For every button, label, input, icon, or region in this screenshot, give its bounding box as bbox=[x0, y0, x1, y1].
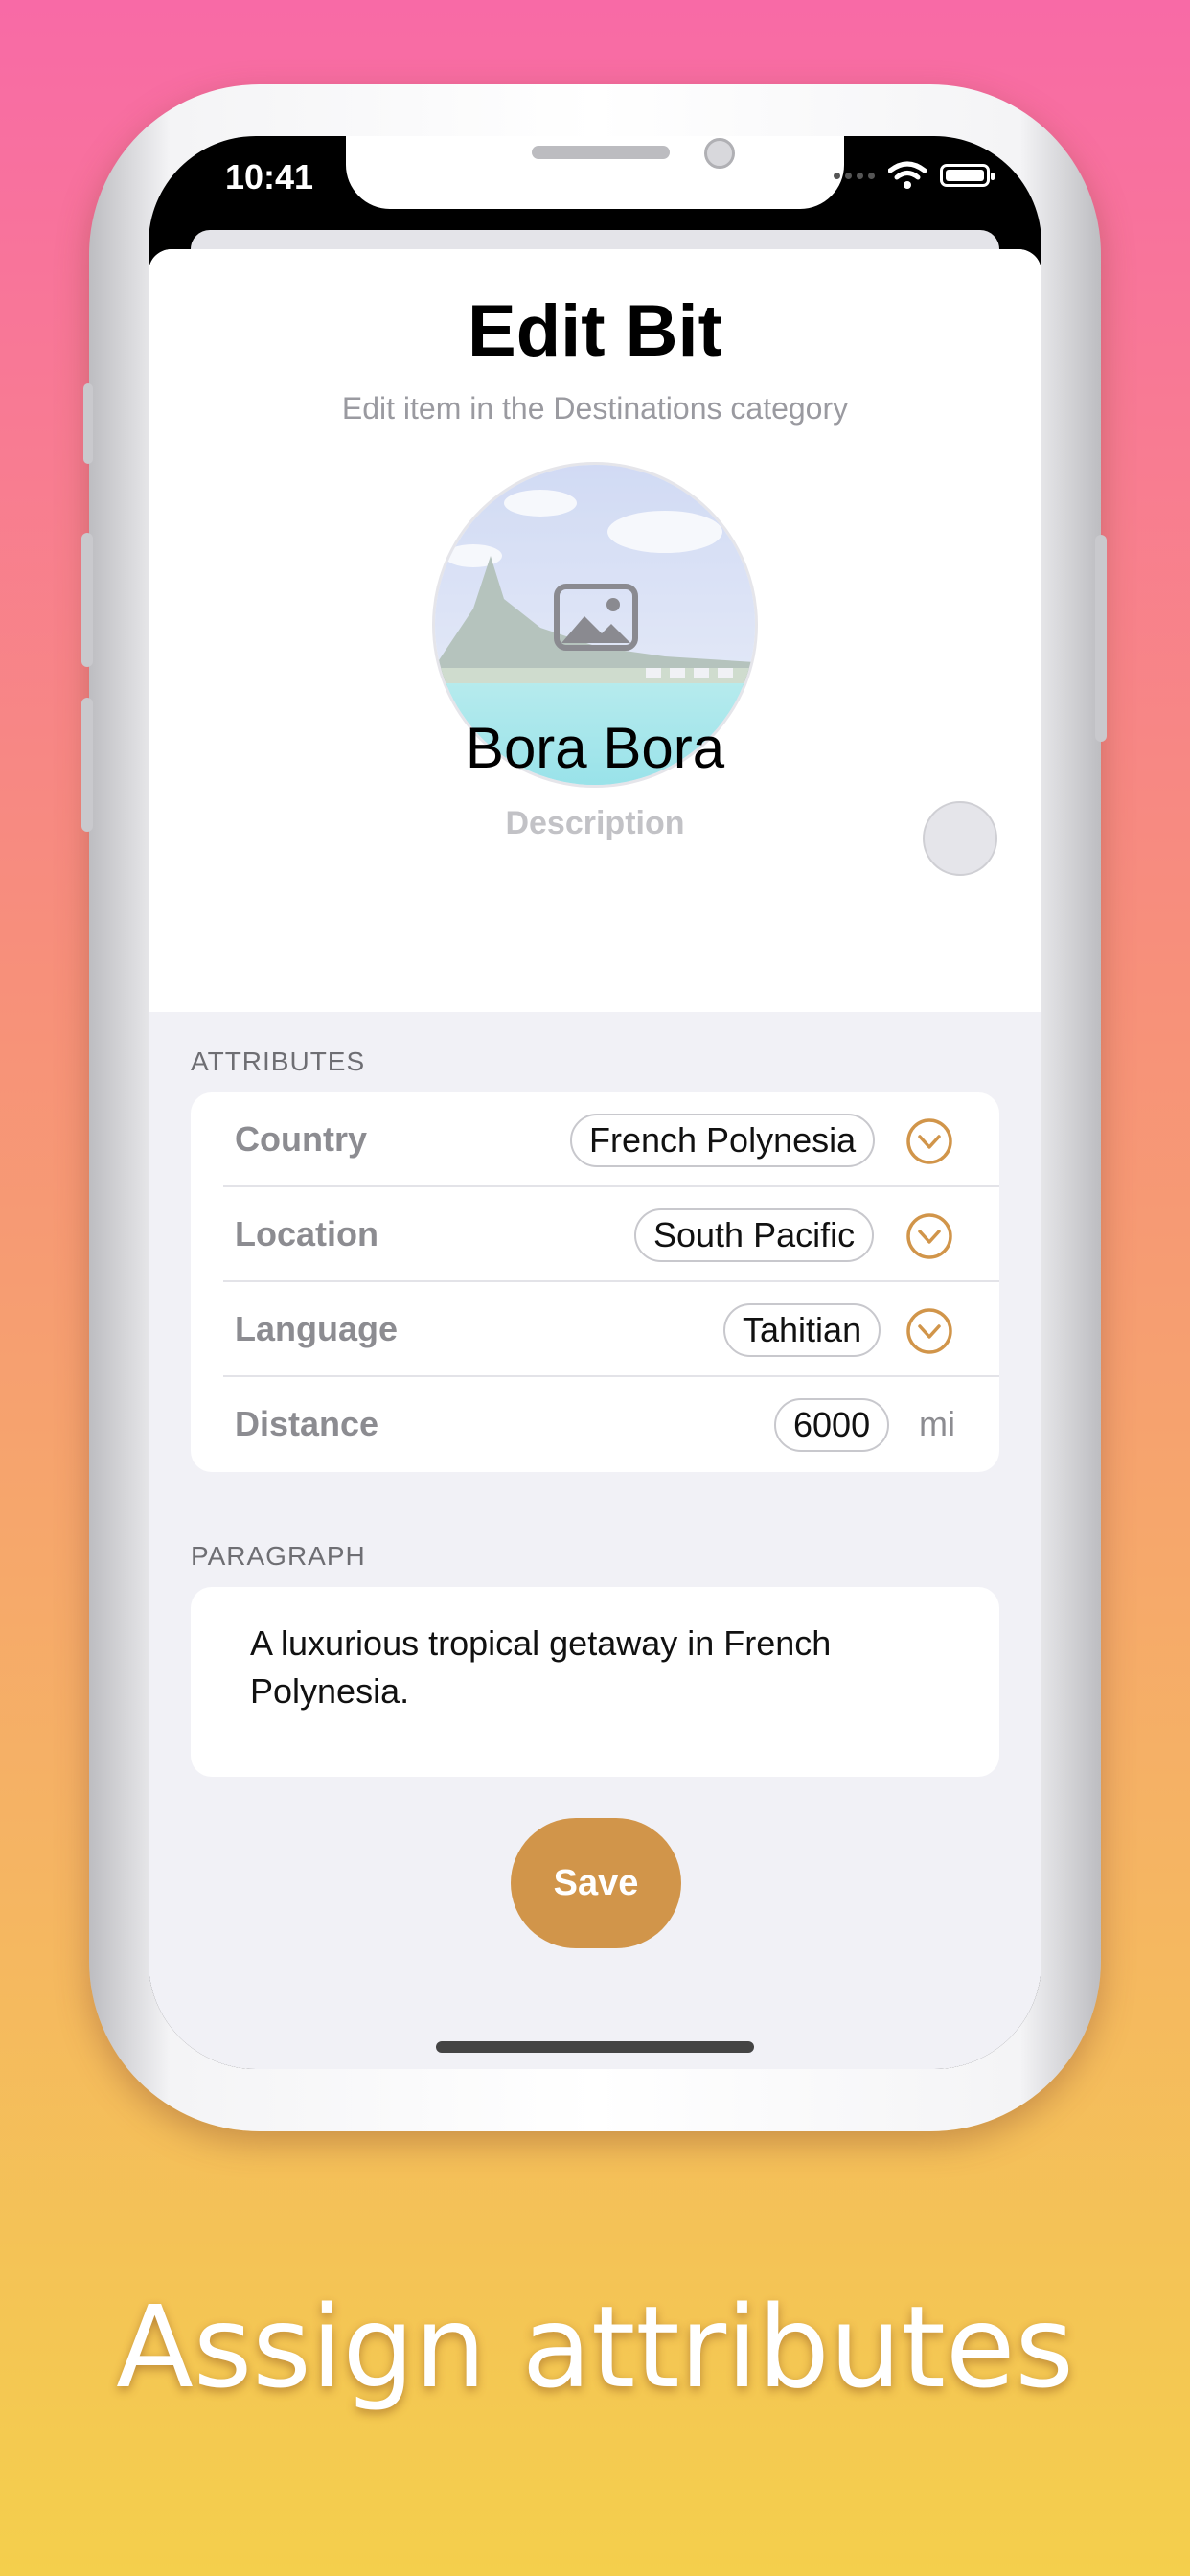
distance-input[interactable]: 6000 bbox=[774, 1398, 890, 1452]
marketing-tagline: Assign attributes bbox=[116, 2281, 1074, 2413]
wifi-icon bbox=[888, 161, 927, 189]
paragraph-text[interactable]: A luxurious tropical getaway in French P… bbox=[250, 1620, 940, 1715]
language-value-field[interactable]: Tahitian bbox=[723, 1303, 881, 1357]
item-name[interactable]: Bora Bora bbox=[149, 715, 1041, 781]
country-value-field[interactable]: French Polynesia bbox=[570, 1114, 876, 1167]
attribute-label: Distance bbox=[235, 1404, 379, 1443]
paragraph-section-label: PARAGRAPH bbox=[191, 1541, 366, 1571]
screen: 10:41 Edit Bit Edit item in the Destinat… bbox=[149, 136, 1041, 2069]
signal-dots bbox=[834, 172, 875, 179]
front-camera bbox=[704, 138, 735, 169]
attribute-label: Location bbox=[235, 1214, 378, 1254]
power-button bbox=[1095, 535, 1107, 742]
battery-icon bbox=[940, 164, 995, 187]
attribute-row-location: Location South Pacific bbox=[191, 1187, 999, 1282]
chevron-down-icon[interactable] bbox=[905, 1117, 953, 1165]
attribute-label: Language bbox=[235, 1309, 399, 1348]
distance-unit: mi bbox=[919, 1404, 955, 1443]
chevron-down-icon[interactable] bbox=[905, 1307, 953, 1355]
attributes-section-label: ATTRIBUTES bbox=[191, 1046, 366, 1076]
attribute-row-country: Country French Polynesia bbox=[191, 1092, 999, 1187]
volume-down-button bbox=[81, 698, 93, 832]
page-title: Edit Bit bbox=[468, 290, 722, 372]
location-value-field[interactable]: South Pacific bbox=[634, 1208, 875, 1262]
speaker-grille bbox=[532, 146, 670, 159]
volume-up-button bbox=[81, 533, 93, 667]
mute-switch bbox=[83, 383, 93, 464]
page-subtitle: Edit item in the Destinations category bbox=[341, 391, 849, 426]
photo-icon bbox=[554, 584, 638, 651]
notch bbox=[346, 136, 844, 209]
description-field[interactable]: Description bbox=[149, 805, 1041, 842]
attributes-card: Country French Polynesia Location South … bbox=[191, 1092, 999, 1472]
status-icons bbox=[834, 161, 995, 190]
color-picker[interactable] bbox=[923, 801, 997, 876]
home-indicator bbox=[436, 2041, 754, 2053]
save-button[interactable]: Save bbox=[511, 1818, 681, 1948]
phone-frame: 10:41 Edit Bit Edit item in the Destinat… bbox=[81, 84, 1107, 2131]
paragraph-card[interactable]: A luxurious tropical getaway in French P… bbox=[191, 1587, 999, 1777]
status-time: 10:41 bbox=[225, 157, 314, 196]
attribute-label: Country bbox=[235, 1119, 367, 1159]
chevron-down-icon[interactable] bbox=[905, 1212, 953, 1260]
edit-sheet: Edit Bit Edit item in the Destinations c… bbox=[149, 249, 1041, 2069]
header-area: Edit Bit Edit item in the Destinations c… bbox=[149, 249, 1041, 1012]
attribute-row-distance: Distance 6000 mi bbox=[191, 1377, 999, 1472]
attribute-row-language: Language Tahitian bbox=[191, 1282, 999, 1377]
